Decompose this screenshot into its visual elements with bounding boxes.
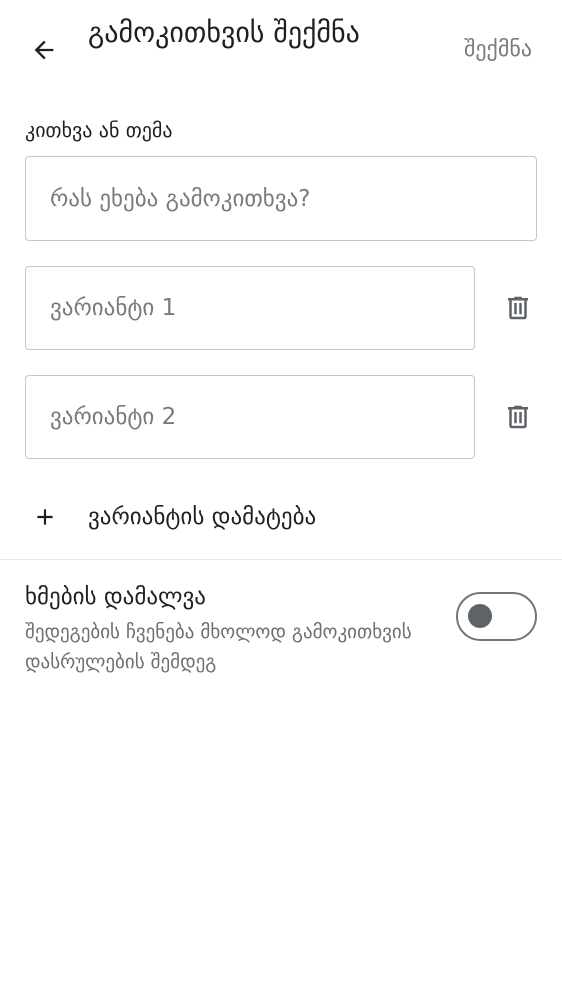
arrow-back-icon (34, 40, 54, 60)
hide-votes-description: შედეგების ჩვენება მხოლოდ გამოკითხვის დას… (25, 621, 412, 673)
plus-icon (25, 497, 65, 537)
back-button[interactable] (22, 28, 66, 72)
option-field-1 (25, 266, 475, 350)
option-field-2 (25, 375, 475, 459)
create-button[interactable]: შექმნა (464, 34, 532, 66)
add-option-button[interactable]: ვარიანტის დამატება (25, 490, 316, 544)
delete-option-1-button[interactable] (496, 286, 540, 330)
option-input-1[interactable] (26, 267, 474, 349)
page-title: გამოკითხვის შექმნა (88, 16, 360, 49)
hide-votes-title: ხმების დამალვა (25, 584, 206, 610)
trash-icon (508, 296, 528, 320)
trash-icon (508, 405, 528, 429)
app-bar: გამოკითხვის შექმნა შექმნა (0, 0, 562, 104)
question-label: კითხვა ან თემა (25, 118, 173, 142)
question-input[interactable] (26, 157, 536, 240)
divider (0, 559, 562, 560)
add-option-label: ვარიანტის დამატება (88, 504, 317, 530)
delete-option-2-button[interactable] (496, 395, 540, 439)
hide-votes-toggle[interactable] (456, 592, 537, 641)
toggle-knob (468, 604, 492, 628)
option-input-2[interactable] (26, 376, 474, 458)
question-field (25, 156, 537, 241)
